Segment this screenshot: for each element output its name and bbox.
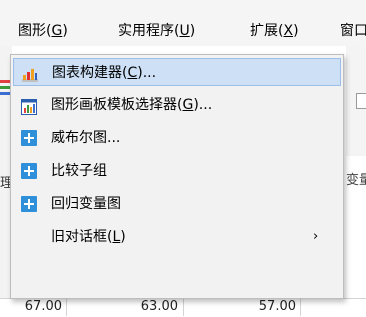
chevron-right-icon: ›: [313, 229, 319, 244]
plus-icon: [21, 130, 37, 146]
menu-item-regression-variable-plots[interactable]: 回归变量图: [13, 190, 341, 218]
cell-divider: [66, 298, 67, 316]
table-cell[interactable]: 67.00: [0, 299, 62, 315]
column-header-cut: 变量: [346, 173, 366, 188]
menu-item-weibull-plot[interactable]: 威布尔图...: [13, 124, 341, 152]
label-text: 图表构建器(: [52, 65, 128, 81]
menu-utilities-tail: ): [189, 23, 196, 39]
menu-utilities-key: U: [179, 23, 190, 39]
label-text: 旧对话框(: [51, 229, 113, 245]
toolbar-button[interactable]: [356, 93, 366, 109]
menu-window[interactable]: 窗口: [340, 20, 366, 42]
menu-extensions-tail: ): [293, 23, 299, 39]
menu-utilities[interactable]: 实用程序(U): [118, 20, 195, 42]
menu-graphs-key: G: [51, 23, 63, 39]
menu-item-label: 回归变量图: [51, 196, 121, 212]
menu-bar: 图形(G) 实用程序(U) 扩展(X) 窗口: [0, 0, 366, 46]
label-text: 图形画板模板选择器(: [51, 97, 183, 113]
toolbar-mark-green: [0, 86, 10, 89]
menu-extensions-key: X: [283, 23, 294, 39]
menu-extensions[interactable]: 扩展(X): [250, 20, 299, 42]
table-cell[interactable]: 57.00: [188, 299, 296, 315]
bar-chart-icon: [22, 65, 38, 82]
plus-icon: [21, 163, 37, 179]
menu-item-label: 威布尔图...: [51, 130, 121, 146]
menu-item-label: 图表构建器(C)...: [52, 59, 156, 87]
menu-item-label: 旧对话框(L): [51, 223, 126, 251]
menu-item-chart-builder[interactable]: 图表构建器(C)...: [13, 58, 341, 86]
graphs-dropdown-menu: 图表构建器(C)... 图形画板模板选择器(G)... 威布尔图... 比较子组…: [10, 54, 344, 299]
menu-utilities-label: 实用程序(: [118, 23, 180, 39]
chart-template-icon: [21, 97, 37, 115]
menu-item-label: 比较子组: [51, 163, 107, 179]
menu-item-legacy-dialogs[interactable]: 旧对话框(L) ›: [13, 223, 341, 251]
menu-graphs-tail: ): [62, 23, 68, 39]
label-tail: )...: [193, 97, 213, 113]
label-tail: )...: [137, 65, 157, 81]
plus-icon: [21, 196, 37, 212]
toolbar-mark-red: [0, 80, 10, 83]
toolbar-mark-blue: [0, 92, 10, 95]
menu-item-graphboard-template[interactable]: 图形画板模板选择器(G)...: [13, 91, 341, 119]
menu-item-label: 图形画板模板选择器(G)...: [51, 91, 212, 119]
menu-graphs-label: 图形(: [18, 23, 52, 39]
cell-divider: [300, 298, 301, 316]
menu-extensions-label: 扩展(: [250, 23, 284, 39]
label-key: C: [127, 65, 138, 81]
label-key: G: [182, 97, 194, 113]
menu-window-label: 窗口: [340, 23, 366, 39]
menu-graphs[interactable]: 图形(G): [18, 20, 68, 42]
menu-item-compare-subgroups[interactable]: 比较子组: [13, 157, 341, 185]
cell-divider: [183, 298, 184, 316]
label-tail: ): [120, 229, 126, 245]
table-cell[interactable]: 63.00: [70, 299, 178, 315]
